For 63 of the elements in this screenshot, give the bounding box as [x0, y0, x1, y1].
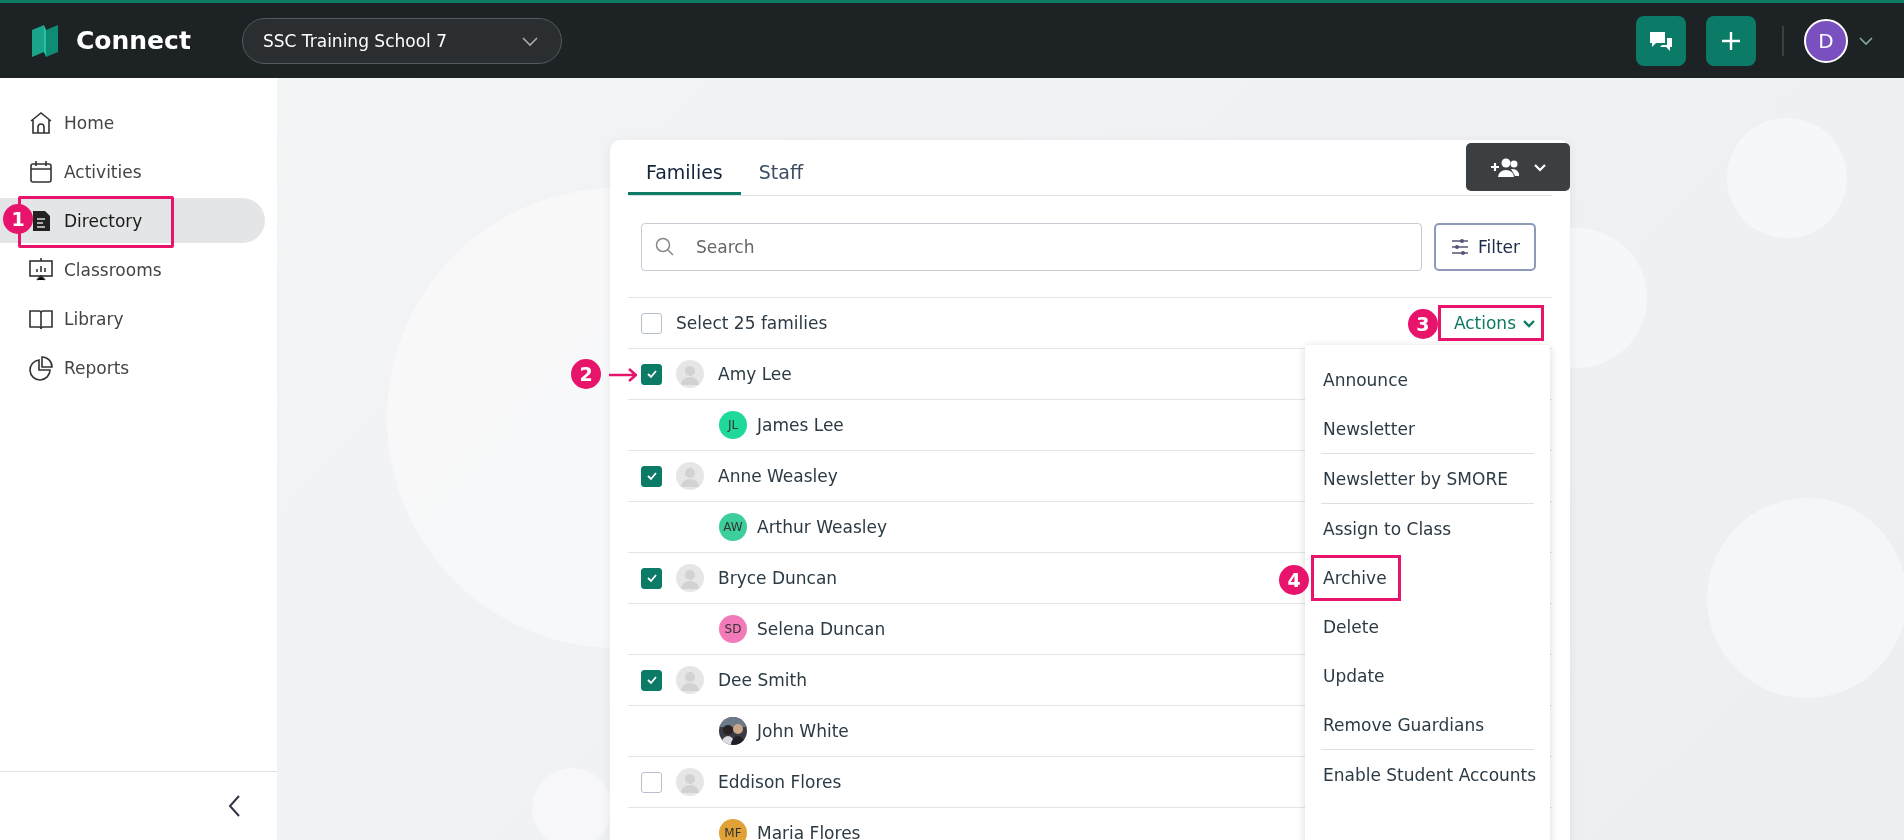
home-icon — [28, 109, 54, 136]
menu-item[interactable]: Newsletter by SMORE — [1323, 454, 1532, 503]
family-name: Bryce Duncan — [718, 568, 838, 588]
sidebar-item[interactable]: Reports — [0, 345, 265, 390]
select-all-label: Select 25 families — [676, 313, 828, 333]
plus-icon — [1720, 29, 1742, 52]
chevron-down-icon — [1522, 317, 1536, 329]
add-button[interactable] — [1706, 15, 1756, 66]
pie-chart-icon — [28, 354, 54, 381]
sidebar-item[interactable]: Home — [0, 100, 265, 145]
messages-button[interactable] — [1636, 15, 1686, 66]
filter-button[interactable]: Filter — [1433, 223, 1536, 271]
member-name: John White — [757, 721, 849, 741]
add-people-button[interactable] — [1466, 143, 1570, 191]
member-name: James Lee — [757, 415, 844, 435]
step-number-badge: 2 — [571, 358, 601, 389]
person-placeholder-icon — [676, 462, 704, 490]
avatar: JL — [719, 411, 747, 439]
family-name: Dee Smith — [718, 670, 807, 690]
collapse-chevron-icon[interactable] — [227, 794, 241, 818]
sidebar-item[interactable]: Library — [0, 296, 265, 341]
school-dropdown[interactable]: SSC Training School 7 — [242, 17, 562, 64]
person-placeholder-icon — [676, 768, 704, 796]
user-avatar[interactable]: D — [1804, 18, 1848, 63]
member-name: Selena Duncan — [757, 619, 886, 639]
presentation-board-icon — [28, 256, 54, 283]
family-name: Anne Weasley — [718, 466, 838, 486]
tab[interactable]: Families — [628, 151, 741, 195]
calendar-icon — [28, 158, 54, 185]
menu-item[interactable]: Newsletter — [1323, 404, 1532, 453]
pointer-arrow — [609, 367, 637, 382]
checkbox[interactable] — [641, 363, 662, 385]
family-name: Amy Lee — [718, 364, 792, 384]
checkbox[interactable] — [641, 312, 662, 334]
menu-item[interactable]: Remove Guardians — [1323, 700, 1532, 749]
avatar: SD — [719, 615, 747, 643]
menu-item[interactable]: Delete — [1323, 602, 1532, 651]
checkbox[interactable] — [641, 465, 662, 487]
menu-item[interactable]: Update — [1323, 651, 1532, 700]
app-name: Connect — [76, 26, 191, 55]
tab[interactable]: Staff — [740, 151, 821, 195]
menu-item[interactable]: Announce — [1323, 355, 1532, 404]
checkbox[interactable] — [641, 567, 662, 589]
step-number-badge: 3 — [1407, 309, 1438, 339]
member-name: Arthur Weasley — [757, 517, 887, 537]
avatar: MF — [719, 819, 747, 840]
menu-item[interactable]: Assign to Class — [1323, 504, 1532, 553]
sidebar-item[interactable]: Classrooms — [0, 247, 265, 292]
search-field[interactable]: Search — [641, 223, 1422, 271]
actions-dropdown[interactable]: Actions — [1437, 305, 1544, 341]
checkbox[interactable] — [641, 669, 662, 691]
person-placeholder-icon — [676, 360, 704, 388]
sidebar-item[interactable]: Activities — [0, 149, 265, 194]
person-placeholder-icon — [676, 666, 704, 694]
step-number-badge: 4 — [1279, 565, 1309, 595]
sliders-icon — [1449, 237, 1470, 257]
family-name: Eddison Flores — [718, 772, 842, 792]
person-placeholder-icon — [676, 564, 704, 592]
menu-item[interactable]: Archive — [1311, 555, 1401, 601]
chevron-down-icon — [1533, 161, 1547, 173]
avatar: AW — [719, 513, 747, 541]
checkbox[interactable] — [641, 771, 662, 793]
member-name: Maria Flores — [757, 823, 861, 840]
